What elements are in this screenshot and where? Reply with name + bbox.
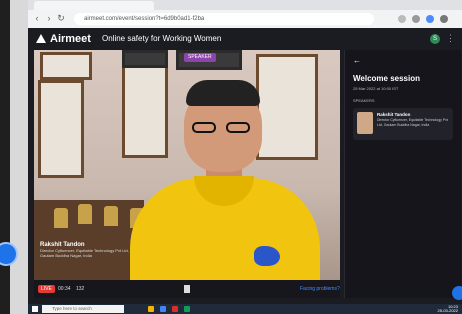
browser-menu-icon[interactable] — [440, 15, 448, 23]
brand-logo[interactable]: Airmeet — [36, 33, 91, 45]
back-arrow-icon[interactable]: ← — [353, 56, 361, 65]
address-bar-row: ‹ › ↻ airmeet.com/event/session?t=6d9b0a… — [28, 10, 462, 29]
app-icon[interactable] — [172, 306, 178, 312]
session-side-panel: ← Welcome session 25 Mar 2022 at 10:00 I… — [344, 50, 461, 298]
speaker-card[interactable]: Rakshit Tandon Director Cyfluencer, Equi… — [353, 108, 453, 140]
file-explorer-icon[interactable] — [148, 306, 154, 312]
live-badge: LIVE — [38, 285, 55, 293]
airmeet-logo-icon — [36, 34, 46, 43]
trophy — [104, 206, 118, 226]
wall-frame — [40, 52, 92, 80]
profile-icon[interactable] — [426, 15, 434, 23]
extension-icon[interactable] — [398, 15, 406, 23]
clock-date: 25-03-2022 — [437, 308, 458, 313]
windows-taskbar: Type here to search 10:23 25-03-2022 — [28, 304, 462, 314]
speaker-badge: SPEAKER — [184, 53, 216, 62]
app-icon[interactable] — [184, 306, 190, 312]
help-chat-button[interactable] — [452, 286, 462, 300]
left-dark-strip — [0, 0, 10, 314]
left-floating-button[interactable] — [0, 242, 18, 266]
speaker-description: Director Cyfluencer, Equitable Technolog… — [40, 248, 129, 258]
windows-start-icon[interactable] — [32, 306, 38, 312]
session-timer: 00:34 — [58, 286, 71, 292]
taskbar-clock[interactable]: 10:23 25-03-2022 — [438, 305, 458, 313]
wall-frame — [38, 80, 84, 178]
reload-icon[interactable]: ↻ — [56, 13, 66, 23]
speaker-name-card: Rakshit Tandon Director Cyfluencer, Equi… — [40, 242, 130, 258]
viewer-count: 132 — [76, 286, 85, 292]
stage-control-icon[interactable] — [184, 285, 190, 293]
facing-problems-link[interactable]: Facing problems? — [300, 285, 340, 293]
wall-frame — [122, 64, 168, 158]
bookmark-icon[interactable] — [412, 15, 420, 23]
url-field[interactable]: airmeet.com/event/session?t=6d9b0ad1-f2b… — [74, 13, 374, 25]
speaker-card-description: Director Cyfluencer, Equitable Technolog… — [377, 118, 448, 127]
speakers-label: Speakers — [353, 98, 375, 103]
stage-controls: LIVE 00:34 132 Facing problems? — [34, 280, 340, 298]
wall-frame — [256, 54, 318, 160]
session-title: Welcome session — [353, 74, 420, 83]
shirt-logo — [254, 246, 280, 266]
chrome-icon[interactable] — [160, 306, 166, 312]
session-date: 25 Mar 2022 at 10:00 IST — [353, 86, 399, 91]
event-title: Online safety for Working Women — [102, 34, 222, 43]
active-tab[interactable] — [34, 1, 154, 10]
wall-frame — [122, 50, 168, 68]
trophy — [54, 208, 68, 228]
speaker-hair — [186, 80, 260, 106]
app-header: Airmeet Online safety for Working Women … — [28, 28, 462, 50]
speaker-avatar — [357, 112, 373, 134]
more-options-icon[interactable]: ⋮ — [446, 33, 455, 44]
left-window-edge — [0, 0, 28, 314]
taskbar-search[interactable]: Type here to search — [42, 305, 124, 313]
user-avatar[interactable]: S — [430, 34, 440, 44]
tab-bar — [28, 0, 462, 10]
video-stage: SPEAKER Rakshit Tandon Director Cyfluenc… — [34, 50, 340, 280]
forward-nav-icon[interactable]: › — [44, 13, 54, 23]
trophy — [78, 204, 92, 224]
browser-window: ‹ › ↻ airmeet.com/event/session?t=6d9b0a… — [28, 0, 462, 304]
speaker-card-name: Rakshit Tandon — [377, 112, 411, 117]
brand-name: Airmeet — [50, 33, 91, 45]
back-nav-icon[interactable]: ‹ — [32, 13, 42, 23]
speaker-glasses — [192, 122, 254, 134]
